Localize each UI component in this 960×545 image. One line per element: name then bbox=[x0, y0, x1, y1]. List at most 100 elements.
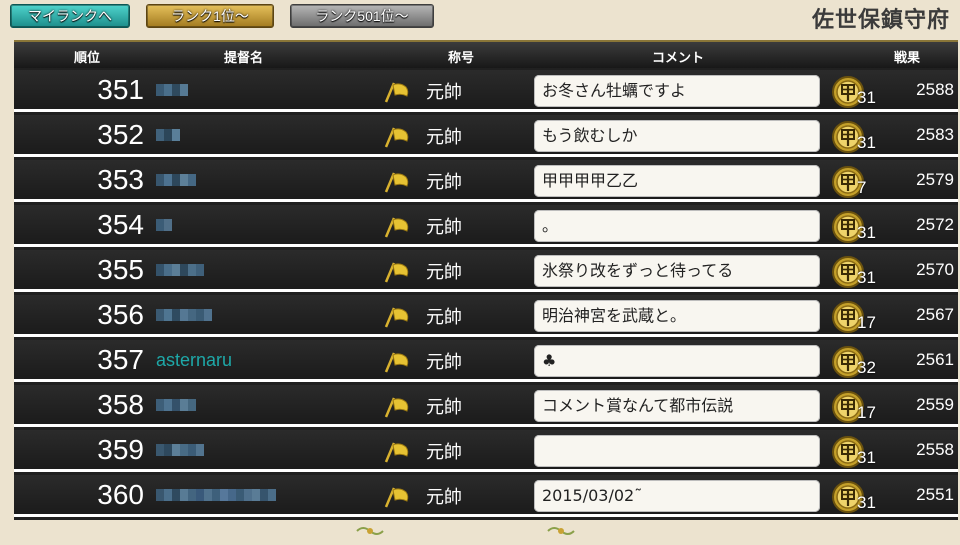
score-value: 2558 bbox=[916, 440, 954, 459]
base-name-title: 佐世保鎮守府 bbox=[811, 7, 950, 33]
comment-bubble: もう飲むしか bbox=[534, 120, 820, 152]
table-row[interactable]: 355 元帥 氷祭り改をずっと待ってる 31 2570 bbox=[14, 250, 958, 292]
medal-count: 31 bbox=[857, 448, 876, 467]
comment-bubble bbox=[534, 435, 820, 467]
gold-flag-icon bbox=[384, 442, 409, 463]
commander-name-mosaic bbox=[156, 399, 196, 411]
commander-name-cell bbox=[152, 385, 288, 427]
commander-title: 元帥 bbox=[426, 172, 462, 193]
table-row[interactable]: 354 元帥 。 31 2572 bbox=[14, 205, 958, 247]
commander-title: 元帥 bbox=[426, 82, 462, 103]
commander-title: 元帥 bbox=[426, 397, 462, 418]
rank-number: 360 bbox=[97, 479, 144, 510]
score-value: 2567 bbox=[916, 305, 954, 324]
comment-bubble: 氷祭り改をずっと待ってる bbox=[534, 255, 820, 287]
commander-name-cell bbox=[152, 250, 288, 292]
table-row[interactable]: 356 元帥 明治神宮を武蔵と。 17 2567 bbox=[14, 295, 958, 337]
score-value: 2588 bbox=[916, 80, 954, 99]
score-value: 2551 bbox=[916, 485, 954, 504]
gold-flag-icon bbox=[384, 262, 409, 283]
commander-name-mosaic bbox=[156, 129, 180, 141]
commander-name-cell: asternaru bbox=[152, 340, 288, 382]
comment-bubble: お冬さん牡蠣ですよ bbox=[534, 75, 820, 107]
table-row[interactable]: 353 元帥 甲甲甲甲乙乙 7 2579 bbox=[14, 160, 958, 202]
table-row[interactable]: 351 元帥 お冬さん牡蠣ですよ 31 2588 bbox=[14, 70, 958, 112]
header-rank: 順位 bbox=[74, 51, 101, 66]
commander-name-mosaic bbox=[156, 264, 204, 276]
table-header: 順位 提督名 称号 コメント 戦果 bbox=[14, 40, 958, 68]
score-value: 2572 bbox=[916, 215, 954, 234]
rank-501-button[interactable]: ランク501位～ bbox=[290, 4, 434, 28]
my-rank-button[interactable]: マイランクへ bbox=[10, 4, 130, 28]
header-title: 称号 bbox=[448, 51, 475, 66]
gold-flag-icon bbox=[384, 217, 409, 238]
table-row[interactable]: 359 元帥 31 2558 bbox=[14, 430, 958, 472]
commander-name-cell bbox=[152, 295, 288, 337]
commander-title: 元帥 bbox=[426, 217, 462, 238]
commander-name-mosaic bbox=[156, 444, 204, 456]
medal-count: 31 bbox=[857, 268, 876, 287]
ranking-table: 順位 提督名 称号 コメント 戦果 351 元帥 お冬さん牡蠣ですよ 31 25… bbox=[14, 40, 958, 520]
commander-name-mosaic bbox=[156, 174, 196, 186]
commander-title: 元帥 bbox=[426, 127, 462, 148]
gold-flag-icon bbox=[384, 352, 409, 373]
header-score: 戦果 bbox=[894, 51, 921, 66]
rank-number: 352 bbox=[97, 119, 144, 150]
score-value: 2583 bbox=[916, 125, 954, 144]
rank-number: 355 bbox=[97, 254, 144, 285]
commander-title: 元帥 bbox=[426, 442, 462, 463]
commander-name-cell bbox=[152, 430, 288, 472]
commander-title: 元帥 bbox=[426, 307, 462, 328]
header-comment: コメント bbox=[652, 51, 705, 66]
top-bar: マイランクへ ランク1位～ ランク501位～ 佐世保鎮守府 bbox=[0, 0, 960, 36]
rank-number: 353 bbox=[97, 164, 144, 195]
commander-name-cell bbox=[152, 475, 288, 517]
medal-count: 31 bbox=[857, 223, 876, 242]
flourish-icon bbox=[547, 527, 575, 535]
score-value: 2559 bbox=[916, 395, 954, 414]
gold-flag-icon bbox=[384, 307, 409, 328]
commander-title: 元帥 bbox=[426, 262, 462, 283]
commander-name-mosaic bbox=[156, 489, 276, 501]
comment-bubble: 甲甲甲甲乙乙 bbox=[534, 165, 820, 197]
rank-number: 359 bbox=[97, 434, 144, 465]
table-row[interactable]: 357 asternaru 元帥 ♣ 32 2561 bbox=[14, 340, 958, 382]
comment-bubble: 2015/03/02˜ bbox=[534, 480, 820, 512]
score-value: 2561 bbox=[916, 350, 954, 369]
medal-count: 7 bbox=[857, 178, 867, 197]
medal-count: 31 bbox=[857, 88, 876, 107]
commander-title: 元帥 bbox=[426, 487, 462, 508]
comment-bubble: ♣ bbox=[534, 345, 820, 377]
table-row[interactable]: 360 元帥 2015/03/02˜ 31 2551 bbox=[14, 475, 958, 517]
rank-number: 354 bbox=[97, 209, 144, 240]
score-value: 2570 bbox=[916, 260, 954, 279]
medal-count: 17 bbox=[857, 403, 876, 422]
comment-bubble: 明治神宮を武蔵と。 bbox=[534, 300, 820, 332]
commander-name-mosaic bbox=[156, 219, 172, 231]
rank-1-button[interactable]: ランク1位～ bbox=[146, 4, 274, 28]
commander-name-mosaic bbox=[156, 309, 212, 321]
commander-name-cell bbox=[152, 160, 288, 202]
flourish-icon bbox=[356, 527, 384, 535]
commander-title: 元帥 bbox=[426, 352, 462, 373]
header-name: 提督名 bbox=[224, 51, 264, 66]
comment-bubble: コメント賞なんて都市伝説 bbox=[534, 390, 820, 422]
comment-bubble: 。 bbox=[534, 210, 820, 242]
rank-number: 358 bbox=[97, 389, 144, 420]
rank-number: 356 bbox=[97, 299, 144, 330]
rank-number: 351 bbox=[97, 74, 144, 105]
medal-count: 31 bbox=[857, 493, 876, 512]
medal-count: 17 bbox=[857, 313, 876, 332]
medal-count: 32 bbox=[857, 358, 876, 377]
table-row[interactable]: 352 元帥 もう飲むしか 31 2583 bbox=[14, 115, 958, 157]
gold-flag-icon bbox=[384, 127, 409, 148]
commander-name-mosaic bbox=[156, 84, 188, 96]
commander-name-cell bbox=[152, 70, 288, 112]
gold-flag-icon bbox=[384, 397, 409, 418]
score-value: 2579 bbox=[916, 170, 954, 189]
medal-count: 31 bbox=[857, 133, 876, 152]
kou-medal-icon bbox=[832, 166, 864, 198]
rank-number: 357 bbox=[97, 344, 144, 375]
commander-name[interactable]: asternaru bbox=[156, 350, 232, 371]
table-row[interactable]: 358 元帥 コメント賞なんて都市伝説 17 2559 bbox=[14, 385, 958, 427]
